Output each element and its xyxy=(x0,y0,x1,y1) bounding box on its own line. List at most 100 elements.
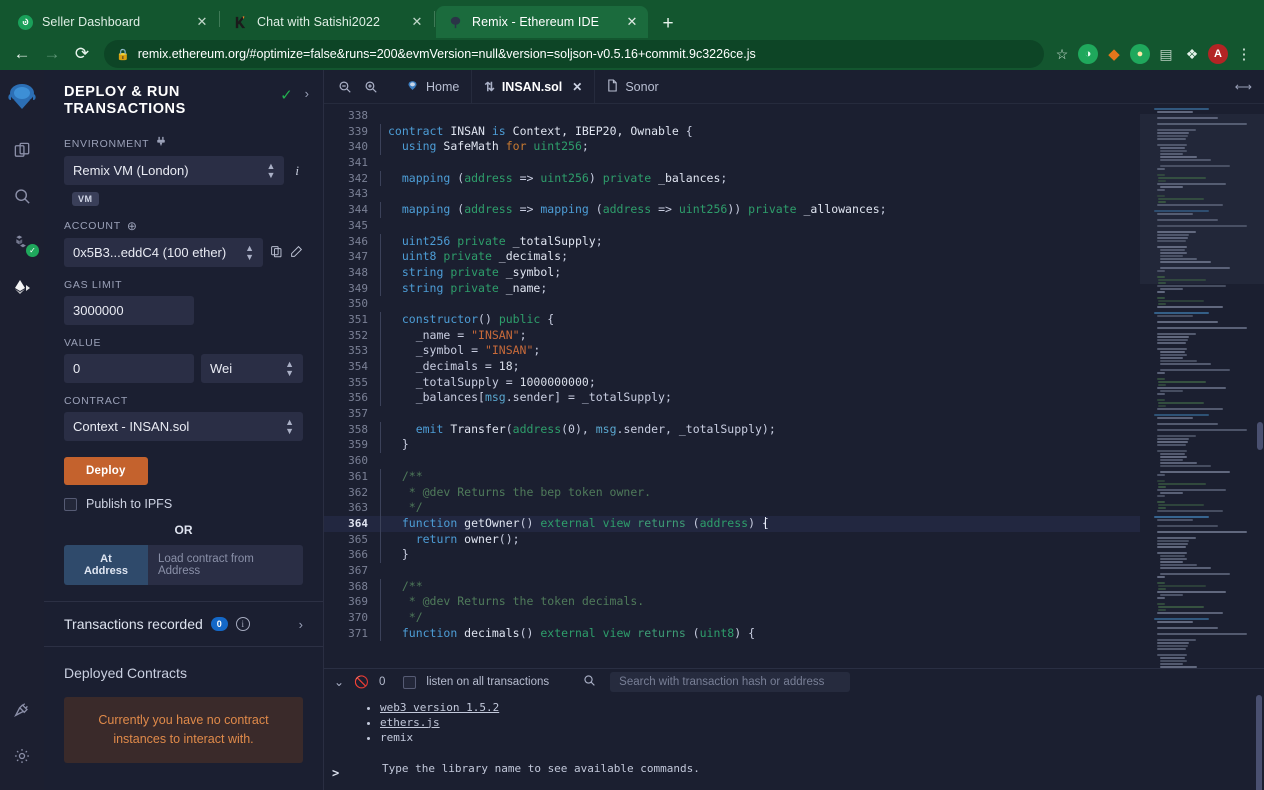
publish-ipfs-row[interactable]: Publish to IPFS xyxy=(64,497,303,511)
code-line[interactable]: 352 _name = "INSAN"; xyxy=(324,327,1140,344)
code-line[interactable]: 366 } xyxy=(324,547,1140,563)
code-line[interactable]: 360 xyxy=(324,453,1140,469)
environment-select[interactable]: Remix VM (London) ▲ ▼ xyxy=(64,156,285,185)
at-address-button[interactable]: At Address xyxy=(64,545,148,585)
terminal-search-input[interactable]: Search with transaction hash or address xyxy=(610,672,851,693)
code-line[interactable]: 358 emit Transfer(address(0), msg.sender… xyxy=(324,421,1140,438)
code-line[interactable]: 367 xyxy=(324,563,1140,579)
chrome-menu-icon[interactable]: ⋮ xyxy=(1234,44,1254,64)
value-input[interactable]: 0 xyxy=(64,354,194,383)
address-bar[interactable]: 🔒 remix.ethereum.org/#optimize=false&run… xyxy=(104,40,1044,68)
code-line[interactable]: 349 string private _name; xyxy=(324,280,1140,297)
sidebar-item-file-explorer[interactable] xyxy=(3,130,41,170)
code-line[interactable]: 345 xyxy=(324,218,1140,234)
zoom-in-icon[interactable] xyxy=(358,74,384,100)
panel-expand-icon[interactable]: › xyxy=(305,86,309,101)
editor-vertical-scrollbar[interactable] xyxy=(1256,104,1264,668)
editor-tab-sonor[interactable]: Sonor xyxy=(594,69,670,104)
transactions-recorded-section[interactable]: Transactions recorded 0 i › xyxy=(44,601,323,647)
plugin-manager-icon[interactable] xyxy=(3,690,41,730)
code-line[interactable]: 347 uint8 private _decimals; xyxy=(324,249,1140,265)
chevron-double-down-icon[interactable]: ⌄ xyxy=(334,675,344,689)
list-item[interactable]: ethers.js xyxy=(380,715,1264,730)
settings-gear-icon[interactable] xyxy=(3,736,41,776)
info-icon[interactable]: i xyxy=(235,617,250,631)
green-lightbulb-extension-icon[interactable]: ● xyxy=(1130,44,1150,64)
sidebar-item-search[interactable] xyxy=(3,176,41,216)
code-line[interactable]: 350 xyxy=(324,296,1140,312)
code-line[interactable]: 340 using SafeMath for uint256; xyxy=(324,139,1140,156)
code-line[interactable]: 338 xyxy=(324,108,1140,124)
code-line[interactable]: 370 */ xyxy=(324,610,1140,626)
code-line[interactable]: 356 _balances[msg.sender] = _totalSupply… xyxy=(324,390,1140,407)
account-select[interactable]: 0x5B3...eddC4 (100 ether) ▲ ▼ xyxy=(64,238,263,267)
code-line[interactable]: 362 * @dev Returns the bep token owner. xyxy=(324,484,1140,501)
code-line[interactable]: 363 */ xyxy=(324,500,1140,516)
editor-tab-home[interactable]: Home xyxy=(394,70,471,104)
contract-select[interactable]: Context - INSAN.sol ▲ ▼ xyxy=(64,412,303,441)
notes-extension-icon[interactable]: ▤ xyxy=(1156,44,1176,64)
environment-info-icon[interactable]: i xyxy=(291,163,303,179)
code-line[interactable]: 343 xyxy=(324,186,1140,202)
code-line[interactable]: 359 } xyxy=(324,437,1140,454)
tab-close-icon[interactable]: ✕ xyxy=(409,14,425,30)
tab-close-icon[interactable]: ✕ xyxy=(194,14,210,30)
code-line[interactable]: 355 _totalSupply = 1000000000; xyxy=(324,374,1140,391)
browser-tab-seller-dashboard[interactable]: Seller Dashboard ✕ xyxy=(6,6,218,38)
code-editor[interactable]: 338 339 contract INSAN is Context, IBEP20,… xyxy=(324,104,1264,668)
web3-version-link[interactable]: web3 version 1.5.2 xyxy=(380,701,499,714)
sidebar-item-deploy-run[interactable] xyxy=(3,268,41,308)
code-minimap[interactable] xyxy=(1140,104,1264,668)
value-unit-select[interactable]: Wei ▲ ▼ xyxy=(201,354,303,383)
edit-icon[interactable] xyxy=(290,245,303,261)
browser-tab-chat[interactable]: Chat with Satishi2022 ✕ xyxy=(221,6,433,38)
code-line[interactable]: 346 uint256 private _totalSupply; xyxy=(324,233,1140,250)
terminal-scrollbar-thumb[interactable] xyxy=(1256,694,1262,790)
code-line[interactable]: 361 /** xyxy=(324,468,1140,485)
sidebar-item-solidity-compiler[interactable]: ✓ xyxy=(3,222,41,262)
code-line[interactable]: 371 function decimals() external view re… xyxy=(324,625,1140,642)
remix-logo[interactable] xyxy=(3,78,41,116)
star-icon[interactable]: ☆ xyxy=(1052,44,1072,64)
code-line[interactable]: 354 _decimals = 18; xyxy=(324,359,1140,375)
code-line[interactable]: 339 contract INSAN is Context, IBEP20, Ow… xyxy=(324,123,1140,140)
gas-limit-input[interactable]: 3000000 xyxy=(64,296,194,325)
ethers-js-link[interactable]: ethers.js xyxy=(380,716,440,729)
search-icon[interactable] xyxy=(583,674,596,690)
resize-horizontal-icon[interactable]: ⟷ xyxy=(1235,80,1252,94)
at-address-input[interactable]: Load contract from Address xyxy=(147,545,303,585)
scrollbar-thumb[interactable] xyxy=(1257,422,1263,450)
code-line[interactable]: 341 xyxy=(324,155,1140,171)
code-line[interactable]: 364 function getOwner() external view re… xyxy=(324,515,1140,532)
metamask-fox-icon[interactable]: ◆ xyxy=(1104,44,1124,64)
code-line[interactable]: 353 _symbol = "INSAN"; xyxy=(324,343,1140,359)
green-circle-extension-icon[interactable]: ◑ xyxy=(1078,44,1098,64)
browser-tab-remix[interactable]: Remix - Ethereum IDE ✕ xyxy=(436,6,648,38)
back-icon[interactable]: ← xyxy=(8,40,36,68)
new-tab-button[interactable]: + xyxy=(654,10,682,38)
reload-icon[interactable]: ⟳ xyxy=(68,40,96,68)
forward-icon[interactable]: → xyxy=(38,40,66,68)
code-line[interactable]: 365 return owner(); xyxy=(324,531,1140,548)
puzzle-extensions-icon[interactable]: ❖ xyxy=(1182,44,1202,64)
publish-ipfs-checkbox[interactable] xyxy=(64,497,77,511)
tab-close-icon[interactable]: ✕ xyxy=(624,14,640,30)
deploy-button[interactable]: Deploy xyxy=(64,457,148,485)
listen-all-transactions-checkbox[interactable] xyxy=(403,675,417,689)
code-line[interactable]: 342 mapping (address => uint256) private… xyxy=(324,170,1140,187)
copy-icon[interactable] xyxy=(270,245,283,261)
code-line[interactable]: 348 string private _symbol; xyxy=(324,264,1140,281)
list-item[interactable]: web3 version 1.5.2 xyxy=(380,700,1264,715)
transactions-expand-icon[interactable]: › xyxy=(299,617,303,632)
code-line[interactable]: 351 constructor() public { xyxy=(324,311,1140,328)
account-plus-icon[interactable]: ⊕ xyxy=(127,219,138,233)
code-lines-container[interactable]: 338 339 contract INSAN is Context, IBEP20,… xyxy=(324,104,1140,668)
code-line[interactable]: 368 /** xyxy=(324,578,1140,595)
profile-avatar[interactable]: A xyxy=(1208,44,1228,64)
editor-tab-insan-sol[interactable]: ⇅ INSAN.sol ✕ xyxy=(471,69,594,104)
no-entry-icon[interactable]: 🚫 xyxy=(354,675,369,689)
code-line[interactable]: 344 mapping (address => mapping (address… xyxy=(324,202,1140,218)
terminal-prompt[interactable]: > xyxy=(332,766,339,780)
zoom-out-icon[interactable] xyxy=(332,74,358,100)
editor-tab-close-icon[interactable]: ✕ xyxy=(572,80,582,94)
